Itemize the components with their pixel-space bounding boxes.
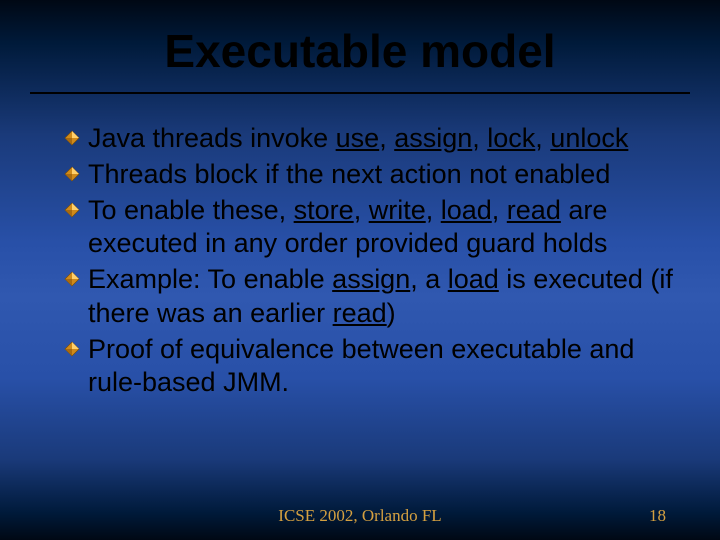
diamond-bullet-icon [64, 202, 80, 218]
footer-text: ICSE 2002, Orlando FL [278, 506, 441, 526]
diamond-bullet-icon [64, 271, 80, 287]
list-item: Java threads invoke use, assign, lock, u… [64, 122, 676, 156]
list-item: Threads block if the next action not ena… [64, 158, 676, 192]
page-number: 18 [649, 506, 666, 526]
list-item: Proof of equivalence between executable … [64, 333, 676, 401]
bullet-text: Example: To enable assign, a load is exe… [88, 263, 676, 331]
bullet-text: Java threads invoke use, assign, lock, u… [88, 122, 676, 156]
bullet-list: Java threads invoke use, assign, lock, u… [40, 122, 680, 400]
bullet-text: To enable these, store, write, load, rea… [88, 194, 676, 262]
diamond-bullet-icon [64, 130, 80, 146]
bullet-text: Proof of equivalence between executable … [88, 333, 676, 401]
list-item: Example: To enable assign, a load is exe… [64, 263, 676, 331]
bullet-text: Threads block if the next action not ena… [88, 158, 676, 192]
list-item: To enable these, store, write, load, rea… [64, 194, 676, 262]
diamond-bullet-icon [64, 166, 80, 182]
footer: ICSE 2002, Orlando FL [0, 506, 720, 526]
diamond-bullet-icon [64, 341, 80, 357]
title-underline [30, 92, 690, 94]
slide-title: Executable model [40, 24, 680, 92]
slide: Executable model Java threads invoke use… [0, 0, 720, 540]
